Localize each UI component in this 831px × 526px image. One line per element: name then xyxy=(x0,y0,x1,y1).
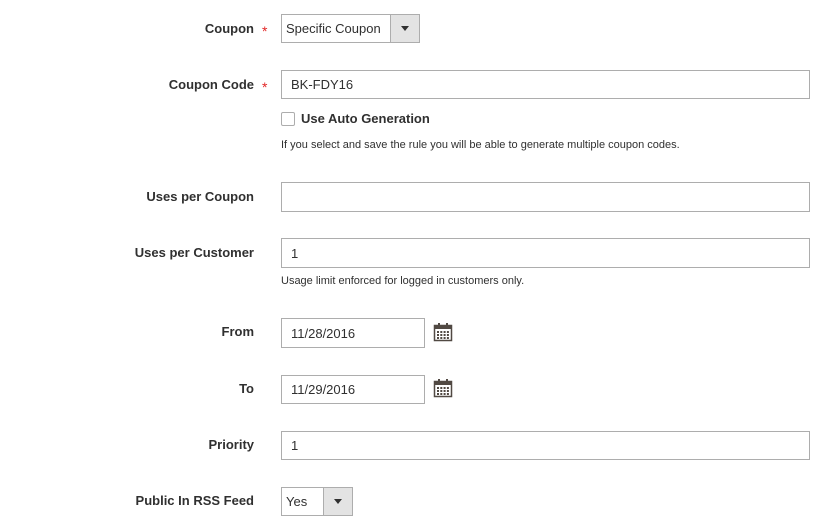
coupon-code-label: Coupon Code xyxy=(168,77,254,92)
coupon-code-input[interactable]: BK-FDY16 xyxy=(281,70,810,99)
to-label: To xyxy=(239,381,254,396)
from-label: From xyxy=(221,324,255,339)
coupon-select-value: Specific Coupon xyxy=(286,21,381,36)
chevron-down-icon xyxy=(323,488,352,515)
coupon-code-required-mark: * xyxy=(262,79,268,95)
uses-per-customer-input[interactable]: 1 xyxy=(281,238,810,268)
rss-feed-select-value: Yes xyxy=(286,494,308,509)
to-date-input[interactable]: 11/29/2016 xyxy=(281,375,425,404)
coupon-required-mark: * xyxy=(262,23,268,39)
uses-per-customer-label: Uses per Customer xyxy=(134,245,254,260)
uses-per-coupon-input[interactable] xyxy=(281,182,810,212)
chevron-down-icon xyxy=(390,15,419,42)
uses-per-customer-note: Usage limit enforced for logged in custo… xyxy=(281,275,525,287)
use-auto-generation-label[interactable]: Use Auto Generation xyxy=(301,111,430,127)
from-date-input[interactable]: 11/28/2016 xyxy=(281,318,425,348)
use-auto-generation-checkbox[interactable] xyxy=(281,112,295,126)
priority-label: Priority xyxy=(208,437,254,452)
rss-feed-select[interactable]: Yes xyxy=(281,487,353,516)
calendar-icon[interactable] xyxy=(433,378,453,398)
calendar-icon[interactable] xyxy=(433,322,453,342)
coupon-label: Coupon xyxy=(204,21,254,36)
coupon-select[interactable]: Specific Coupon xyxy=(281,14,420,43)
auto-generation-note: If you select and save the rule you will… xyxy=(281,139,680,151)
priority-input[interactable]: 1 xyxy=(281,431,810,460)
coupon-settings-form: Coupon * Specific Coupon Coupon Code * B… xyxy=(0,0,831,526)
uses-per-coupon-label: Uses per Coupon xyxy=(146,189,254,204)
rss-feed-label: Public In RSS Feed xyxy=(135,493,254,508)
